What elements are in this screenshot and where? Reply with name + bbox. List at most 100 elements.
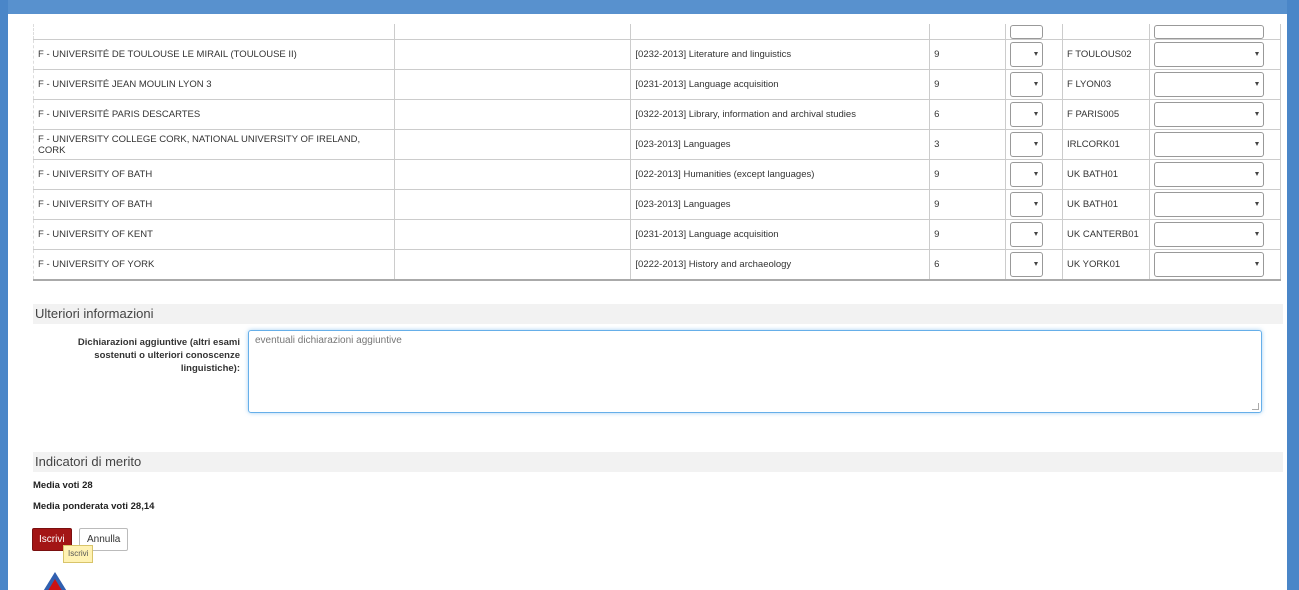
chevron-down-icon	[1254, 262, 1259, 266]
empty-cell	[393, 159, 632, 190]
preference-cell	[1005, 159, 1063, 190]
dichiarazioni-textarea[interactable]: eventuali dichiarazioni aggiuntive	[248, 330, 1262, 413]
university-text: F - UNIVERSITY OF BATH	[38, 169, 153, 180]
months-text: 9	[934, 79, 940, 90]
preference-cell	[1005, 249, 1063, 281]
erasmus-code-text: F TOULOUS02	[1067, 49, 1132, 60]
dichiarazioni-value: eventuali dichiarazioni aggiuntive	[255, 335, 402, 346]
preference-select[interactable]	[1010, 132, 1044, 157]
university-text: F - UNIVERSITY OF KENT	[38, 229, 153, 240]
empty-cell	[393, 249, 632, 281]
study-area-text: [0232-2013] Literature and linguistics	[635, 49, 792, 60]
resize-handle-icon[interactable]	[1252, 403, 1259, 410]
option-cell	[1148, 219, 1282, 250]
erasmus-code-cell: IRLCORK01	[1062, 129, 1150, 160]
browser-toolbar-strip	[8, 0, 1287, 14]
section-title: Indicatori di merito	[35, 454, 142, 469]
study-area-cell: [0322-2013] Library, information and arc…	[630, 99, 931, 130]
months-cell: 9	[929, 39, 1007, 70]
destinations-table: F - UNIVERSITÉ DE TOULOUSE LE MIRAIL (TO…	[33, 24, 1282, 281]
table-row: F - UNIVERSITY OF KENT [0231-2013] Langua…	[33, 219, 1282, 250]
preference-select[interactable]	[1010, 72, 1044, 97]
empty-cell	[393, 39, 632, 70]
dichiarazioni-label: Dichiarazioni aggiuntive (altri esami so…	[77, 337, 240, 374]
university-text: F - UNIVERSITY COLLEGE CORK, NATIONAL UN…	[38, 133, 361, 156]
chevron-down-icon	[1254, 202, 1259, 206]
chevron-down-icon	[1034, 262, 1039, 266]
preference-select[interactable]	[1010, 252, 1044, 277]
study-area-text: [022-2013] Humanities (except languages)	[635, 169, 815, 180]
months-text: 6	[934, 259, 940, 270]
study-area-cell: [0231-2013] Language acquisition	[630, 219, 931, 250]
erasmus-code-text: UK CANTERB01	[1067, 229, 1139, 240]
preference-select[interactable]	[1010, 222, 1044, 247]
chevron-down-icon	[1254, 112, 1259, 116]
university-cell: F - UNIVERSITÉ PARIS DESCARTES	[33, 99, 395, 130]
erasmus-code-text: UK YORK01	[1067, 259, 1121, 270]
university-cell: F - UNIVERSITY COLLEGE CORK, NATIONAL UN…	[33, 129, 395, 160]
study-area-text: [0231-2013] Language acquisition	[635, 79, 779, 90]
option-select[interactable]	[1153, 102, 1264, 127]
chevron-down-icon	[1254, 232, 1259, 236]
option-cell	[1148, 69, 1282, 100]
erasmus-code-text: UK BATH01	[1067, 169, 1119, 180]
screen-frame-right	[1287, 0, 1299, 590]
university-cell: F - UNIVERSITÉ JEAN MOULIN LYON 3	[33, 69, 395, 100]
option-select[interactable]	[1153, 192, 1264, 217]
study-area-text: [0322-2013] Library, information and arc…	[635, 109, 856, 120]
months-cell: 9	[929, 219, 1007, 250]
option-cell	[1148, 189, 1282, 220]
months-text: 3	[934, 139, 940, 150]
months-cell: 6	[929, 249, 1007, 281]
preference-select[interactable]	[1010, 102, 1044, 127]
empty-cell	[393, 69, 632, 100]
university-cell: F - UNIVERSITY OF BATH	[33, 159, 395, 190]
preference-select[interactable]	[1010, 24, 1044, 39]
iscrivi-tooltip: Iscrivi	[63, 545, 94, 563]
months-text: 9	[934, 229, 940, 240]
chevron-down-icon	[1034, 232, 1039, 236]
study-area-text: [023-2013] Languages	[635, 199, 731, 210]
months-text: 9	[934, 169, 940, 180]
chevron-down-icon	[1034, 112, 1039, 116]
chevron-down-icon	[1034, 52, 1039, 56]
erasmus-code-text: F LYON03	[1067, 79, 1112, 90]
option-select[interactable]	[1153, 42, 1264, 67]
media-voti: Media voti 28	[33, 480, 93, 491]
erasmus-code-text: IRLCORK01	[1067, 139, 1120, 150]
erasmus-code-cell: F TOULOUS02	[1062, 39, 1150, 70]
option-cell	[1148, 249, 1282, 281]
erasmus-code-text: UK BATH01	[1067, 199, 1119, 210]
chevron-down-icon	[1254, 172, 1259, 176]
erasmus-code-cell: F PARIS005	[1062, 99, 1150, 130]
option-select[interactable]	[1153, 72, 1264, 97]
option-cell	[1148, 39, 1282, 70]
study-area-cell: [023-2013] Languages	[630, 189, 931, 220]
cursor-pointer-icon	[43, 572, 67, 590]
option-select[interactable]	[1153, 24, 1264, 39]
media-ponderata: Media ponderata voti 28,14	[33, 501, 155, 512]
section-title: Ulteriori informazioni	[35, 306, 154, 321]
table-row: F - UNIVERSITÉ JEAN MOULIN LYON 3 [0231-2…	[33, 69, 1282, 100]
chevron-down-icon	[1254, 52, 1259, 56]
chevron-down-icon	[1254, 82, 1259, 86]
option-select[interactable]	[1153, 222, 1264, 247]
erasmus-code-text: F PARIS005	[1067, 109, 1120, 120]
university-text: F - UNIVERSITÉ DE TOULOUSE LE MIRAIL (TO…	[38, 49, 297, 60]
preference-select[interactable]	[1010, 192, 1044, 217]
erasmus-code-cell: UK YORK01	[1062, 249, 1150, 281]
option-select[interactable]	[1153, 162, 1264, 187]
preference-cell	[1005, 219, 1063, 250]
university-text: F - UNIVERSITY OF YORK	[38, 259, 155, 270]
study-area-cell: [0222-2013] History and archaeology	[630, 249, 931, 281]
page-content: F - UNIVERSITÉ DE TOULOUSE LE MIRAIL (TO…	[8, 14, 1287, 590]
chevron-down-icon	[1034, 202, 1039, 206]
preference-select[interactable]	[1010, 162, 1044, 187]
study-area-cell: [023-2013] Languages	[630, 129, 931, 160]
empty-cell	[393, 99, 632, 130]
preference-cell	[1005, 99, 1063, 130]
months-cell: 9	[929, 189, 1007, 220]
option-select[interactable]	[1153, 252, 1264, 277]
option-select[interactable]	[1153, 132, 1264, 157]
preference-select[interactable]	[1010, 42, 1044, 67]
